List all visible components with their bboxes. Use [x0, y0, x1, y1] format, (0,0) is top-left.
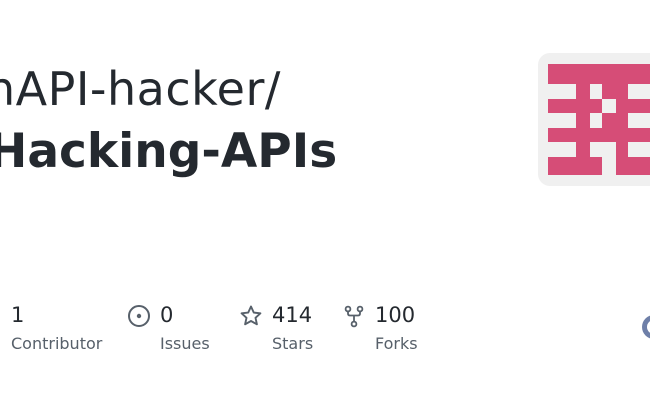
contributors-count: 1 — [11, 303, 25, 327]
issues-label: Issues — [160, 334, 210, 353]
repo-name[interactable]: Hacking-APIs — [0, 124, 337, 179]
issue-opened-icon — [127, 304, 151, 328]
stars-count: 414 — [272, 303, 313, 327]
repo-forked-icon — [342, 304, 366, 328]
identicon-image — [548, 64, 650, 175]
repo-owner[interactable]: hAPI-hacker/ — [0, 62, 281, 116]
stars-label: Stars — [272, 334, 314, 353]
star-icon — [239, 304, 263, 328]
owner-avatar — [538, 53, 650, 186]
issues-count: 0 — [160, 303, 174, 327]
github-logo-icon — [640, 312, 650, 342]
contributors-label: Contributor — [11, 334, 103, 353]
forks-label: Forks — [375, 334, 418, 353]
forks-count: 100 — [375, 303, 416, 327]
